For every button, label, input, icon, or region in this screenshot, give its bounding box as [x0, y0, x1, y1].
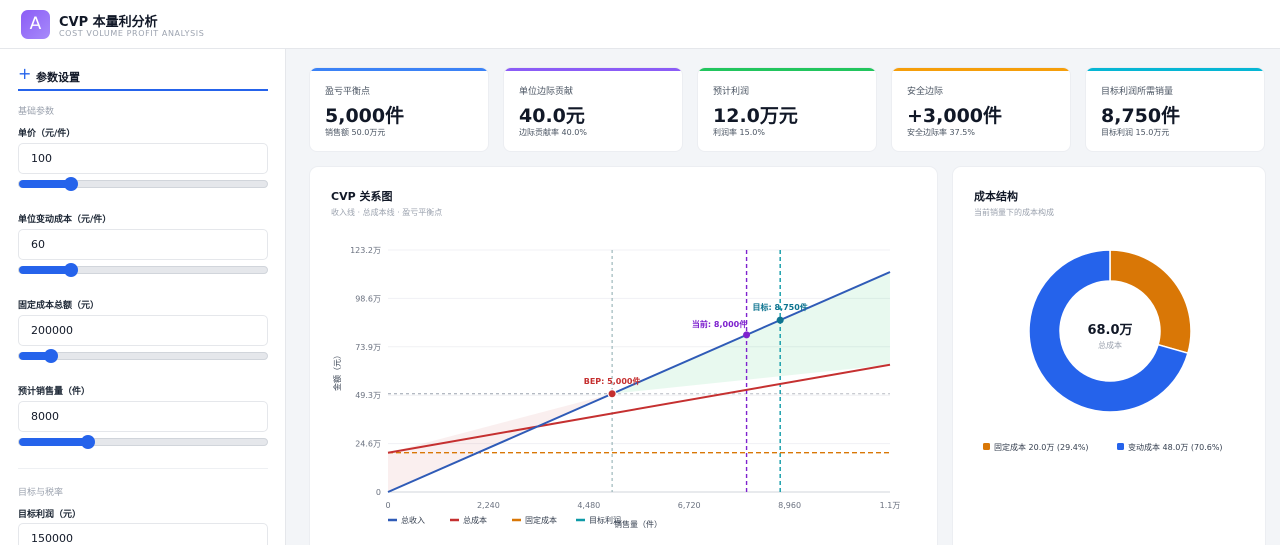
cvp-chart-panel: CVP 关系图 收入线 · 总成本线 · 盈亏平衡点 0 24.6万 49.3万 73…	[309, 166, 938, 545]
app-subtitle: COST VOLUME PROFIT ANALYSIS	[59, 29, 205, 38]
current-point	[743, 331, 751, 339]
section-target-label: 目标与税率	[18, 488, 64, 498]
price-slider[interactable]	[18, 177, 268, 191]
slider-thumb[interactable]	[64, 263, 79, 277]
fixed-cost-input[interactable]	[18, 315, 268, 346]
parameters-sidebar: + 参数设置 基础参数 单价（元/件） 单位变动成本（元/件） 固定成本总额（元…	[0, 49, 286, 545]
app-logo-icon: A	[21, 10, 50, 39]
bep-point	[607, 389, 617, 399]
y-tick-label: 0	[376, 488, 381, 497]
kpi-sub: 销售额 50.0万元	[325, 128, 386, 137]
y-tick-label: 98.6万	[355, 294, 381, 303]
slider-thumb[interactable]	[64, 177, 79, 191]
sidebar-title: 参数设置	[36, 71, 80, 84]
cvp-chart: 0 24.6万 49.3万 73.9万 98.6万 123.2万 0 2,240 4,480 6,…	[332, 246, 901, 529]
legend-swatch	[1117, 443, 1124, 450]
plus-icon: +	[18, 64, 32, 83]
donut-center-value: 68.0万	[1087, 323, 1132, 338]
sales-volume-input[interactable]	[18, 401, 268, 432]
cost-donut-chart: 68.0万总成本固定成本 20.0万 (29.4%) 变动成本 48.0万 (70…	[983, 249, 1223, 452]
kpi-label: 单位边际贡献	[519, 87, 574, 97]
cost-structure-panel: 成本结构 当前销量下的成本构成 68.0万 总成本 固定成本 20.0万 (29.4…	[952, 166, 1266, 545]
legend-label: 总收入	[401, 515, 425, 525]
sidebar-divider	[18, 468, 268, 469]
bep-label: BEP: 5,000件	[584, 376, 641, 386]
y-tick-label: 49.3万	[355, 391, 381, 400]
x-tick-label: 2,240	[477, 501, 500, 510]
kpi-card-unit-margin: 单位边际贡献 40.0元 边际贡献率 40.0%	[503, 67, 683, 152]
x-tick-label: 6,720	[678, 501, 701, 510]
kpi-card-breakeven: 盈亏平衡点 5,000件 销售额 50.0万元	[309, 67, 489, 152]
kpi-value: 12.0万元	[713, 105, 798, 127]
legend-label: 固定成本 20.0万 (29.4%)	[994, 442, 1089, 452]
slider-thumb[interactable]	[81, 435, 96, 449]
section-basic-label: 基础参数	[18, 107, 55, 117]
kpi-accent-bar	[504, 68, 682, 71]
unit-variable-cost-input[interactable]	[18, 229, 268, 260]
sales-volume-label: 预计销售量（件）	[18, 387, 91, 397]
kpi-sub: 边际贡献率 40.0%	[519, 128, 587, 137]
unit-variable-cost-label: 单位变动成本（元/件）	[18, 215, 112, 225]
kpi-card-target-volume: 目标利润所需销量 8,750件 目标利润 15.0万元	[1085, 67, 1265, 152]
x-tick-label: 0	[385, 501, 390, 510]
x-tick-label: 8,960	[778, 501, 801, 510]
fixed-cost-slider[interactable]	[18, 349, 268, 363]
kpi-label: 盈亏平衡点	[325, 87, 371, 97]
kpi-value: 8,750件	[1101, 105, 1181, 127]
sidebar-header: + 参数设置	[18, 64, 268, 91]
kpi-label: 安全边际	[907, 87, 944, 97]
target-profit-input[interactable]	[18, 523, 268, 545]
kpi-value: 40.0元	[519, 105, 585, 127]
app-title: CVP 本量利分析	[59, 15, 158, 30]
x-tick-label: 1.1万	[880, 501, 901, 510]
price-input[interactable]	[18, 143, 268, 174]
target-label: 目标: 8,750件	[753, 302, 808, 312]
kpi-label: 预计利润	[713, 87, 750, 97]
y-tick-label: 73.9万	[355, 343, 381, 352]
legend-label: 变动成本 48.0万 (70.6%)	[1128, 442, 1223, 452]
kpi-accent-bar	[698, 68, 876, 71]
kpi-card-expected-profit: 预计利润 12.0万元 利润率 15.0%	[697, 67, 877, 152]
donut-center-label: 总成本	[1098, 340, 1122, 350]
kpi-sub: 安全边际率 37.5%	[907, 128, 975, 137]
kpi-value: 5,000件	[325, 105, 405, 127]
price-label: 单价（元/件）	[18, 129, 76, 139]
unit-variable-cost-slider[interactable]	[18, 263, 268, 277]
kpi-card-safety-margin: 安全边际 +3,000件 安全边际率 37.5%	[891, 67, 1071, 152]
app-header: A CVP 本量利分析 COST VOLUME PROFIT ANALYSIS	[0, 0, 1280, 49]
x-tick-label: 4,480	[577, 501, 600, 510]
y-tick-label: 24.6万	[355, 440, 381, 449]
y-axis-label: 金额（元）	[332, 351, 342, 391]
legend-label: 目标利润	[589, 515, 621, 525]
x-axis-label: 销售量（件）	[614, 519, 662, 529]
kpi-sub: 利润率 15.0%	[713, 128, 765, 137]
kpi-accent-bar	[310, 68, 488, 71]
kpi-label: 目标利润所需销量	[1101, 87, 1174, 97]
target-point	[776, 316, 784, 324]
kpi-value: +3,000件	[907, 105, 1003, 127]
legend-label: 总成本	[463, 515, 487, 525]
current-label: 当前: 8,000件	[692, 319, 747, 329]
kpi-accent-bar	[892, 68, 1070, 71]
slider-thumb[interactable]	[44, 349, 59, 363]
y-tick-label: 123.2万	[350, 246, 381, 255]
fixed-cost-label: 固定成本总额（元）	[18, 301, 100, 311]
kpi-sub: 目标利润 15.0万元	[1101, 128, 1170, 137]
sales-volume-slider[interactable]	[18, 435, 268, 449]
legend-label: 固定成本	[525, 515, 557, 525]
target-profit-label: 目标利润（元）	[18, 510, 82, 520]
legend-swatch	[983, 443, 990, 450]
kpi-accent-bar	[1086, 68, 1264, 71]
